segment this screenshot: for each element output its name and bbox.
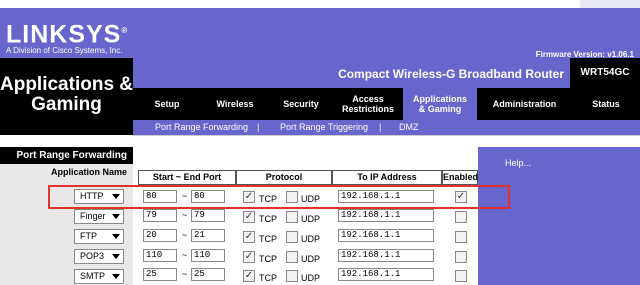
tab-setup[interactable]: Setup bbox=[133, 88, 201, 120]
header-ip-address: To IP Address bbox=[332, 170, 442, 185]
range-tilde: ~ bbox=[182, 230, 188, 240]
enabled-checkbox[interactable] bbox=[455, 231, 467, 243]
header-protocol: Protocol bbox=[236, 170, 332, 185]
header-enabled: Enabled bbox=[442, 170, 478, 185]
tab-status[interactable]: Status bbox=[572, 88, 640, 120]
ip-address-input[interactable]: 192.168.1.1 bbox=[338, 249, 434, 262]
help-link[interactable]: Help... bbox=[505, 158, 531, 168]
app-select-value: SMTP bbox=[80, 271, 106, 281]
section-title: Applications & Gaming bbox=[0, 58, 133, 135]
logo-subtitle: A Division of Cisco Systems, Inc. bbox=[6, 46, 123, 55]
chevron-down-icon bbox=[112, 234, 120, 239]
enabled-checkbox[interactable] bbox=[455, 270, 467, 282]
subtab-separator: | bbox=[257, 122, 260, 132]
chevron-down-icon bbox=[112, 274, 120, 279]
application-name-label: Application Name bbox=[50, 167, 127, 177]
model-number: WRT54GC bbox=[570, 58, 640, 88]
tcp-checkbox[interactable]: ✓ bbox=[243, 231, 255, 243]
tcp-label: TCP bbox=[259, 214, 277, 224]
end-port-input[interactable]: 79 bbox=[191, 209, 225, 222]
subtab-separator: | bbox=[379, 122, 382, 132]
chevron-down-icon bbox=[112, 214, 120, 219]
end-port-input[interactable]: 110 bbox=[191, 249, 225, 262]
udp-label: UDP bbox=[301, 254, 321, 264]
tab-applications-gaming[interactable]: Applications & Gaming bbox=[403, 88, 477, 120]
udp-checkbox[interactable] bbox=[286, 251, 298, 263]
section-title-line2: Gaming bbox=[31, 94, 102, 115]
enabled-checkbox[interactable] bbox=[455, 211, 467, 223]
app-select-pop3[interactable]: POP3 bbox=[74, 249, 124, 264]
logo-text: LINKSYS bbox=[6, 20, 122, 49]
tcp-checkbox[interactable]: ✓ bbox=[243, 251, 255, 263]
udp-checkbox[interactable] bbox=[286, 270, 298, 282]
ip-address-input[interactable]: 192.168.1.1 bbox=[338, 209, 434, 222]
tcp-label: TCP bbox=[259, 254, 277, 264]
tcp-checkbox[interactable]: ✓ bbox=[243, 211, 255, 223]
top-strip-edge bbox=[580, 0, 640, 8]
end-port-input[interactable]: 25 bbox=[191, 268, 225, 281]
ip-address-input[interactable]: 192.168.1.1 bbox=[338, 229, 434, 242]
app-select-value: Finger bbox=[80, 211, 106, 221]
range-tilde: ~ bbox=[182, 250, 188, 260]
highlight-box bbox=[48, 185, 510, 209]
tab-access-restrictions[interactable]: Access Restrictions bbox=[333, 88, 403, 120]
sub-tabs: Port Range Forwarding | Port Range Trigg… bbox=[133, 120, 640, 135]
linksys-logo: LINKSYS® bbox=[6, 18, 128, 47]
end-port-input[interactable]: 21 bbox=[191, 229, 225, 242]
tab-wireless[interactable]: Wireless bbox=[201, 88, 269, 120]
udp-label: UDP bbox=[301, 234, 321, 244]
start-port-input[interactable]: 79 bbox=[143, 209, 177, 222]
ip-address-input[interactable]: 192.168.1.1 bbox=[338, 268, 434, 281]
chevron-down-icon bbox=[112, 254, 120, 259]
section-title-line1: Applications & bbox=[0, 74, 134, 95]
help-panel bbox=[478, 147, 640, 285]
udp-checkbox[interactable] bbox=[286, 231, 298, 243]
udp-checkbox[interactable] bbox=[286, 211, 298, 223]
header-port-range: Start ~ End Port bbox=[138, 170, 236, 185]
subtab-dmz[interactable]: DMZ bbox=[399, 122, 419, 132]
header: LINKSYS® A Division of Cisco Systems, In… bbox=[0, 8, 640, 59]
logo-mark: ® bbox=[121, 26, 129, 35]
tab-administration[interactable]: Administration bbox=[477, 88, 572, 120]
range-tilde: ~ bbox=[182, 210, 188, 220]
top-strip bbox=[0, 0, 640, 8]
divider bbox=[0, 135, 640, 147]
start-port-input[interactable]: 25 bbox=[143, 268, 177, 281]
app-select-finger[interactable]: Finger bbox=[74, 209, 124, 224]
tcp-checkbox[interactable]: ✓ bbox=[243, 270, 255, 282]
tcp-label: TCP bbox=[259, 234, 277, 244]
enabled-checkbox[interactable] bbox=[455, 251, 467, 263]
app-select-value: FTP bbox=[80, 231, 97, 241]
app-select-value: POP3 bbox=[80, 251, 105, 261]
model-bar: Compact Wireless-G Broadband Router WRT5… bbox=[133, 58, 640, 88]
start-port-input[interactable]: 110 bbox=[143, 249, 177, 262]
subtab-port-range-forwarding[interactable]: Port Range Forwarding bbox=[155, 122, 248, 132]
main-tabs: Setup Wireless Security Access Restricti… bbox=[133, 88, 640, 120]
model-name: Compact Wireless-G Broadband Router bbox=[338, 67, 564, 81]
app-select-smtp[interactable]: SMTP bbox=[74, 269, 124, 284]
divider-band bbox=[133, 135, 640, 147]
start-port-input[interactable]: 20 bbox=[143, 229, 177, 242]
app-select-ftp[interactable]: FTP bbox=[74, 229, 124, 244]
tcp-label: TCP bbox=[259, 273, 277, 283]
range-tilde: ~ bbox=[182, 269, 188, 279]
udp-label: UDP bbox=[301, 214, 321, 224]
tab-security[interactable]: Security bbox=[269, 88, 333, 120]
subtab-port-range-triggering[interactable]: Port Range Triggering bbox=[280, 122, 368, 132]
left-heading: Port Range Forwarding bbox=[0, 147, 133, 164]
udp-label: UDP bbox=[301, 273, 321, 283]
